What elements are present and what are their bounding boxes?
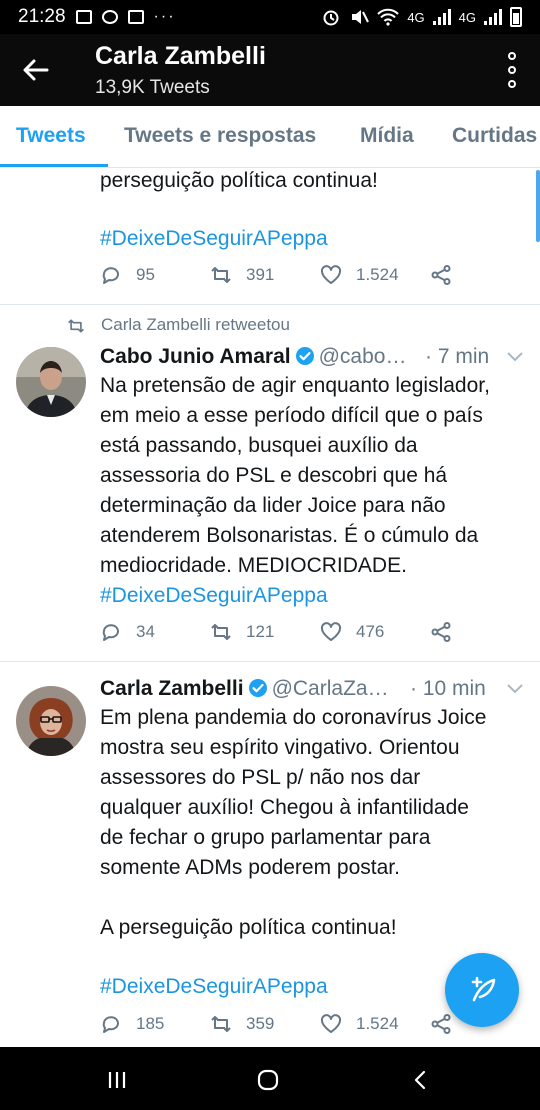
hashtag-link[interactable]: #DeixeDeSeguirAPeppa [100, 581, 328, 611]
verified-badge-icon [295, 347, 314, 365]
tweet-actions: 34 121 476 [100, 621, 520, 651]
retweet-icon [68, 319, 84, 333]
avatar[interactable] [16, 686, 86, 756]
message-notification-icon [127, 10, 144, 24]
tweet-time: · 10 min [410, 677, 486, 700]
like-button[interactable]: 476 [320, 621, 384, 643]
recent-apps-button[interactable] [102, 1065, 132, 1095]
share-icon [431, 622, 451, 642]
signal-icon [432, 9, 451, 25]
profile-tabs: Tweets Tweets e respostas Mídia Curtidas [0, 106, 540, 168]
retweet-count: 121 [246, 622, 275, 641]
tab-midia[interactable]: Mídia [360, 124, 414, 148]
home-icon [257, 1069, 279, 1091]
home-button[interactable] [253, 1065, 283, 1095]
avatar-image [16, 347, 86, 417]
retweet-button[interactable]: 121 [210, 621, 274, 643]
author-name[interactable]: Cabo Junio Amaral [100, 345, 291, 368]
chevron-down-icon[interactable] [505, 678, 525, 698]
tweet-count: 13,9K Tweets [95, 77, 210, 98]
tweet-item[interactable]: Carla Zambelli retweetou Cabo Junio Amar… [0, 305, 540, 661]
chevron-left-icon [414, 1070, 426, 1090]
status-bar: 21:28 ··· 4G 4G [0, 0, 540, 34]
like-button[interactable]: 1.524 [320, 264, 399, 286]
retweet-button[interactable]: 391 [210, 264, 274, 286]
signal-icon-2 [484, 9, 502, 25]
tweet-time: · 7 min [425, 345, 490, 368]
tab-tweets[interactable]: Tweets [16, 124, 86, 148]
mute-icon [352, 10, 370, 24]
network-type-label-2: 4G [458, 9, 476, 25]
tab-curtidas[interactable]: Curtidas [452, 124, 537, 148]
author-handle: @cabo… [318, 345, 407, 368]
heart-icon [320, 1014, 342, 1033]
share-icon [431, 265, 451, 285]
profile-name-title: Carla Zambelli [95, 42, 266, 70]
retweet-context: Carla Zambelli retweetou [65, 315, 290, 335]
tweet-author-row: Carla Zambelli @CarlaZa… · 10 min [100, 674, 525, 704]
tweet-text: Em plena pandemia do coronavírus Joice m… [100, 706, 487, 939]
retweet-icon [211, 1016, 231, 1032]
tweet-text: perseguição política continua! [100, 169, 378, 192]
dot-icon [508, 52, 516, 60]
hashtag-link[interactable]: #DeixeDeSeguirAPeppa [100, 972, 328, 1002]
more-notifications-icon: ··· [153, 8, 176, 25]
share-button[interactable] [430, 1013, 452, 1035]
network-type-label: 4G [407, 9, 425, 25]
back-button[interactable] [14, 48, 58, 92]
reply-button[interactable]: 34 [100, 621, 155, 643]
tweet-item[interactable]: perseguição política continua! #DeixeDeS… [0, 166, 540, 304]
like-count: 476 [356, 622, 385, 641]
tweet-author-row: Cabo Junio Amaral @cabo… · 7 min [100, 342, 525, 372]
reply-count: 34 [136, 622, 155, 641]
compose-feather-icon [471, 976, 496, 1002]
facebook-notification-icon [101, 10, 118, 24]
more-options-button[interactable] [500, 52, 524, 88]
reply-icon [102, 267, 119, 284]
retweet-context-label: Carla Zambelli retweetou [101, 315, 290, 334]
heart-icon [320, 265, 342, 284]
wifi-icon [377, 8, 400, 26]
avatar[interactable] [16, 347, 86, 417]
reply-button[interactable]: 185 [100, 1013, 164, 1035]
verified-badge-icon [248, 679, 267, 697]
retweet-icon [211, 267, 231, 283]
dot-icon [508, 66, 516, 74]
like-count: 1.524 [356, 1014, 399, 1033]
chevron-down-icon[interactable] [505, 346, 525, 366]
profile-header: Carla Zambelli 13,9K Tweets [0, 34, 540, 106]
tweet-actions: 95 391 1.524 [100, 264, 520, 294]
author-name[interactable]: Carla Zambelli [100, 677, 244, 700]
system-navigation-bar [0, 1047, 540, 1110]
author-handle: @CarlaZa… [271, 677, 389, 700]
reply-icon [102, 1016, 119, 1033]
reply-icon [102, 624, 119, 641]
reply-count: 95 [136, 265, 155, 284]
battery-icon [510, 7, 522, 27]
reply-button[interactable]: 95 [100, 264, 155, 286]
reply-count: 185 [136, 1014, 165, 1033]
dot-icon [508, 80, 516, 88]
share-button[interactable] [430, 264, 452, 286]
like-count: 1.524 [356, 265, 399, 284]
recent-apps-icon [108, 1072, 126, 1088]
heart-icon [320, 622, 342, 641]
retweet-icon [211, 624, 231, 640]
clock: 21:28 [18, 6, 66, 27]
retweet-count: 359 [246, 1014, 275, 1033]
tab-tweets-e-respostas[interactable]: Tweets e respostas [124, 124, 316, 148]
hashtag-link[interactable]: #DeixeDeSeguirAPeppa [100, 224, 328, 254]
compose-tweet-button[interactable] [445, 953, 519, 1027]
retweet-button[interactable]: 359 [210, 1013, 274, 1035]
gallery-notification-icon [75, 10, 92, 24]
avatar-image [16, 686, 86, 756]
tweet-text: Na pretensão de agir enquanto legislador… [100, 374, 490, 577]
back-nav-button[interactable] [405, 1065, 435, 1095]
share-button[interactable] [430, 621, 452, 643]
retweet-count: 391 [246, 265, 275, 284]
share-icon [431, 1014, 451, 1034]
alarm-icon [323, 10, 339, 26]
arrow-left-icon [23, 59, 49, 81]
like-button[interactable]: 1.524 [320, 1013, 399, 1035]
